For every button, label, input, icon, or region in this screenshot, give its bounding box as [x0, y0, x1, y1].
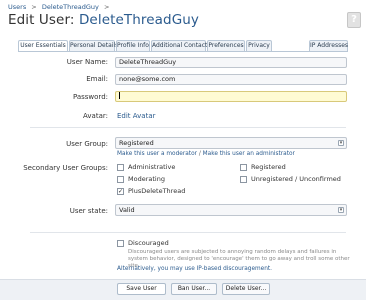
- checkbox-box: [240, 175, 247, 183]
- ban-user-button[interactable]: Ban User...: [171, 283, 217, 295]
- email-label: Email:: [86, 75, 108, 83]
- chevron-down-icon: ▾: [338, 207, 344, 213]
- tab-ip-addresses[interactable]: IP Addresses: [309, 40, 348, 51]
- user-group-select[interactable]: Registered ▾: [115, 137, 347, 149]
- checkmark-icon: ✓: [117, 187, 124, 195]
- tab-rule: [18, 51, 348, 52]
- tab-additional-contact[interactable]: Additional Contact: [151, 40, 207, 51]
- page-title: Edit User: DeleteThreadGuy: [8, 12, 199, 28]
- user-state-select[interactable]: Valid ▾: [115, 204, 347, 216]
- help-icon[interactable]: ?: [347, 12, 361, 28]
- user-state-label: User state:: [69, 207, 108, 215]
- edit-user-page: Users > DeleteThreadGuy > Edit User: Del…: [0, 0, 366, 300]
- checkbox-discouraged[interactable]: Discouraged: [117, 239, 169, 247]
- section-divider: [30, 232, 346, 233]
- tab-privacy[interactable]: Privacy: [246, 40, 272, 51]
- email-field[interactable]: none@some.com: [115, 74, 347, 85]
- breadcrumb-users[interactable]: Users: [8, 3, 26, 11]
- checkbox-moderating[interactable]: Moderating: [117, 175, 165, 183]
- password-label: Password:: [72, 93, 108, 101]
- checkbox-box: [117, 163, 124, 171]
- checkbox-administrative[interactable]: Administrative: [117, 163, 175, 171]
- user-group-links: Make this user a moderator / Make this u…: [117, 151, 295, 157]
- save-user-button[interactable]: Save User: [117, 283, 166, 295]
- checkbox-unregistered[interactable]: Unregistered / Unconfirmed: [240, 175, 341, 183]
- link-separator: /: [198, 151, 201, 157]
- checkbox-box: [240, 163, 247, 171]
- user-group-selected: Registered: [119, 139, 154, 147]
- chevron-down-icon: ▾: [338, 140, 344, 146]
- breadcrumb-separator: >: [31, 3, 37, 11]
- text-caret: [119, 92, 120, 99]
- secondary-groups-label: Secondary User Groups:: [23, 164, 108, 172]
- breadcrumb: Users > DeleteThreadGuy >: [8, 3, 112, 11]
- checkbox-box: [117, 239, 124, 247]
- page-title-prefix: Edit User:: [8, 12, 75, 28]
- delete-user-button[interactable]: Delete User...: [222, 283, 270, 295]
- tab-personal-details[interactable]: Personal Details: [69, 40, 118, 51]
- section-divider: [30, 127, 346, 128]
- breadcrumb-separator: >: [103, 3, 110, 11]
- make-administrator-link[interactable]: Make this user an administrator: [203, 151, 295, 157]
- user-state-selected: Valid: [119, 206, 135, 214]
- username-label: User Name:: [66, 58, 108, 66]
- page-title-username: DeleteThreadGuy: [78, 12, 200, 28]
- edit-avatar-link[interactable]: Edit Avatar: [117, 112, 156, 120]
- ip-discouragement-link[interactable]: Alternatively, you may use IP-based disc…: [117, 266, 272, 272]
- tab-preferences[interactable]: Preferences: [207, 40, 245, 51]
- checkbox-registered[interactable]: Registered: [240, 163, 286, 171]
- tab-bar: User Essentials Personal Details Profile…: [18, 40, 348, 52]
- checkbox-box: [117, 175, 124, 183]
- avatar-label: Avatar:: [83, 112, 108, 120]
- checkbox-plusdeletethread[interactable]: ✓ PlusDeleteThread: [117, 187, 185, 195]
- make-moderator-link[interactable]: Make this user a moderator: [117, 151, 197, 157]
- breadcrumb-current-user[interactable]: DeleteThreadGuy: [42, 3, 99, 11]
- tab-profile-info[interactable]: Profile Info: [116, 40, 150, 51]
- password-field[interactable]: [115, 91, 347, 102]
- user-group-label: User Group:: [66, 140, 108, 148]
- username-field[interactable]: DeleteThreadGuy: [115, 57, 347, 68]
